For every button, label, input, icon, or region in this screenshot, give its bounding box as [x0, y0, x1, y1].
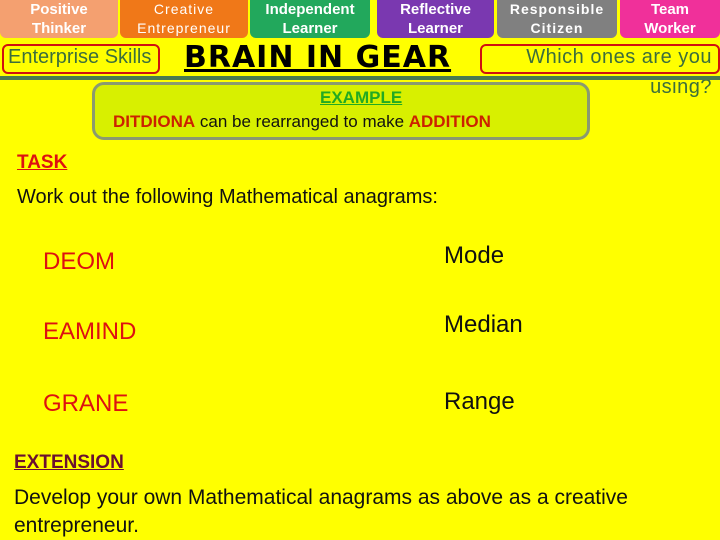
anagram-2: EAMIND [43, 318, 137, 345]
skill-label-line2: Thinker [31, 20, 87, 37]
skill-independent-learner[interactable]: Independent Learner [250, 0, 370, 38]
example-answer: ADDITION [408, 112, 491, 131]
answer-1: Mode [444, 242, 505, 269]
answer-2: Median [444, 311, 523, 338]
skill-responsible-citizen[interactable]: Responsible Citizen [497, 0, 617, 38]
page-title: BRAIN IN GEAR [184, 40, 452, 75]
extension-title: EXTENSION [14, 452, 124, 473]
skill-label-line1: Creative [153, 1, 215, 17]
question-line1: Which ones are you [526, 46, 712, 68]
example-middle: can be rearranged to make [195, 112, 409, 131]
task-title: TASK [17, 152, 68, 173]
skill-label-line2: Learner [282, 20, 338, 37]
skill-label-line1: Team [650, 1, 690, 18]
answer-3: Range [444, 388, 515, 415]
skill-label-line1: Responsible [509, 1, 605, 17]
skill-label-line2: Learner [407, 20, 464, 37]
example-sentence: DITDIONA can be rearranged to make ADDIT… [113, 112, 491, 132]
anagram-3: GRANE [43, 390, 129, 417]
skill-label-line2: Citizen [530, 20, 584, 36]
task-description: Work out the following Mathematical anag… [17, 186, 438, 208]
skill-label-line2: Entrepreneur [137, 20, 231, 36]
skill-reflective-learner[interactable]: Reflective Learner [377, 0, 494, 38]
example-title: EXAMPLE [320, 88, 403, 107]
skill-label-line1: Reflective [400, 1, 471, 18]
enterprise-skills-label: Enterprise Skills [8, 46, 152, 68]
skill-label-line1: Positive [30, 1, 88, 18]
extension-description: Develop your own Mathematical anagrams a… [14, 486, 628, 537]
skill-team-worker[interactable]: Team Worker [620, 0, 720, 38]
skill-positive-thinker[interactable]: Positive Thinker [0, 0, 118, 38]
skill-creative-entrepreneur[interactable]: Creative Entrepreneur [120, 0, 248, 38]
skill-label-line2: Worker [644, 20, 696, 37]
anagram-1: DEOM [43, 248, 115, 275]
example-scrambled: DITDIONA [113, 112, 196, 131]
header-divider [0, 76, 720, 80]
skill-label-line1: Independent [265, 1, 355, 18]
